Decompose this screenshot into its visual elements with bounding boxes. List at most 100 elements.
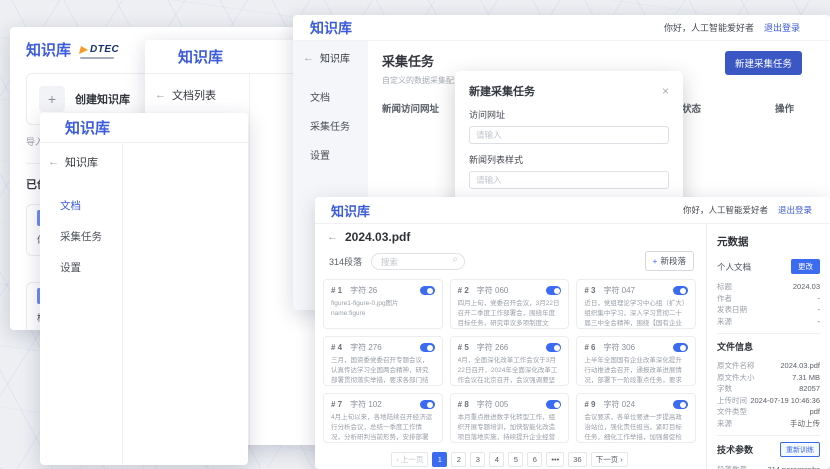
meta-label: 文件类型: [717, 406, 747, 417]
pagination-page-2[interactable]: 2: [451, 452, 466, 467]
back-knowledge-base[interactable]: ← 知识库: [303, 50, 368, 65]
app-title: 知识库: [331, 201, 370, 220]
pagination-page-5[interactable]: 5: [508, 452, 523, 467]
chunk-card-8[interactable]: # 8字符 005 本月重点推进数字化转型工作，组织开展专题培训，加快智能化改造…: [450, 393, 570, 443]
new-collection-task-button[interactable]: 新建采集任务: [725, 51, 802, 75]
window-header: 知识库: [40, 113, 248, 143]
meta-row: 发表日期 -: [717, 304, 820, 316]
dtec-logo: DTEC: [80, 44, 119, 59]
chunk-number: # 3: [584, 286, 595, 295]
user-greeting: 你好，人工智能爱好者: [664, 21, 754, 34]
add-segment-button[interactable]: + 新段落: [645, 251, 694, 271]
meta-row: 标题2024.03: [717, 281, 820, 293]
sidebar-item-documents[interactable]: 文档: [48, 190, 114, 221]
sidebar-item-settings[interactable]: 设置: [303, 140, 368, 169]
chunk-number: # 5: [458, 343, 469, 352]
plus-icon: +: [39, 86, 65, 112]
chunk-enabled-toggle[interactable]: [673, 400, 688, 409]
chunk-char-count: 字符 276: [350, 342, 382, 353]
sidebar-item-settings[interactable]: 设置: [48, 252, 114, 283]
pagination-page-1[interactable]: 1: [432, 452, 447, 467]
search-input[interactable]: [371, 253, 465, 270]
pagination-page-last[interactable]: 36: [568, 452, 586, 467]
window-header: 知识库 你好，人工智能爱好者 退出登录: [315, 197, 830, 224]
chunk-text: 上半年全国国有企业改革深化提升行动推进会召开，通报改革进展情况，部署下一阶段重点…: [584, 356, 688, 386]
meta-label: 来源: [717, 316, 732, 327]
chunk-text: figure1-figure-0.jpg图片 name:figure: [331, 299, 435, 319]
pagination-page-4[interactable]: 4: [489, 452, 504, 467]
back-knowledge-base[interactable]: ← 知识库: [48, 154, 114, 170]
main-empty-area: [123, 143, 248, 465]
chunk-card-6[interactable]: # 6字符 306 上半年全国国有企业改革深化提升行动推进会召开，通报改革进展情…: [576, 336, 696, 386]
logout-link[interactable]: 退出登录: [778, 204, 812, 216]
meta-label: 作者: [717, 293, 732, 304]
close-icon[interactable]: ×: [662, 85, 669, 97]
chunk-char-count: 字符 005: [477, 399, 509, 410]
logout-link[interactable]: 退出登录: [764, 21, 800, 34]
meta-value: 2024.03.pdf: [780, 361, 820, 370]
pagination-next[interactable]: 下一页 ›: [591, 452, 628, 467]
column-header-status: 状态: [682, 101, 701, 115]
chunk-enabled-toggle[interactable]: [420, 343, 435, 352]
chunk-enabled-toggle[interactable]: [673, 286, 688, 295]
meta-label: 原文件名称: [717, 360, 755, 371]
chunk-card-4[interactable]: # 4字符 276 三月，国资委党委召开专题会议，认真传达学习全国两会精神，研究…: [323, 336, 443, 386]
meta-value: 82057: [799, 384, 820, 393]
chunk-enabled-toggle[interactable]: [546, 400, 561, 409]
pagination: ‹ 上一页 1 2 3 4 5 6 ••• 36 下一页 ›: [323, 452, 696, 467]
meta-value: -: [818, 305, 821, 314]
chunk-enabled-toggle[interactable]: [546, 286, 561, 295]
meta-value: -: [818, 294, 821, 303]
add-segment-label: 新段落: [660, 255, 686, 267]
modal-title: 新建采集任务: [469, 83, 535, 99]
document-title: 2024.03.pdf: [345, 230, 410, 244]
chunk-card-7[interactable]: # 7字符 102 4月上旬以来，各地陆续召开经济运行分析会议，总结一季度工作情…: [323, 393, 443, 443]
sidebar-item-documents[interactable]: 文档: [303, 82, 368, 111]
pagination-page-3[interactable]: 3: [470, 452, 485, 467]
retrain-button[interactable]: 重新训练: [780, 442, 820, 457]
sidebar-item-collection-tasks[interactable]: 采集任务: [48, 221, 114, 252]
divider: [717, 435, 820, 436]
chunk-enabled-toggle[interactable]: [420, 400, 435, 409]
chunk-grid: # 1字符 26 figure1-figure-0.jpg图片 name:fig…: [323, 279, 696, 443]
chunk-enabled-toggle[interactable]: [673, 343, 688, 352]
app-title: 知识库: [310, 18, 352, 38]
back-document-list[interactable]: ← 文档列表: [155, 87, 239, 103]
chunk-number: # 8: [458, 400, 469, 409]
back-arrow-icon[interactable]: ←: [327, 231, 338, 243]
list-style-input[interactable]: [469, 171, 669, 189]
chunk-card-5[interactable]: # 5 字符 266 4月，全面深化改革工作会议于3月22日召开，2024年全面深…: [450, 336, 570, 386]
meta-label: 字数: [717, 383, 732, 394]
chunk-card-3[interactable]: # 3字符 047 近日，党组理论学习中心组（扩大）组织集中学习，深入学习贯彻二…: [576, 279, 696, 329]
chunk-char-count: 字符 266: [477, 342, 509, 353]
chunk-enabled-toggle[interactable]: [420, 286, 435, 295]
metadata-edit-button[interactable]: 更改: [791, 259, 820, 274]
app-title: 知识库: [65, 117, 110, 138]
chunk-number: # 2: [458, 286, 469, 295]
pagination-page-6[interactable]: 6: [527, 452, 542, 467]
chunk-char-count: 字符 102: [350, 399, 382, 410]
chunk-card-2[interactable]: # 2 字符 060 四月上旬，党委召开会议，3月22日召开二季度工作部署会，围绕…: [450, 279, 570, 329]
user-greeting: 你好，人工智能爱好者: [683, 204, 768, 216]
desktop-background: 知识库 DTEC + 创建知识库 导入您自己的文本数据或通过 Webhook 实…: [0, 0, 830, 469]
chunk-char-count: 字符 306: [603, 342, 635, 353]
pagination-ellipsis[interactable]: •••: [546, 452, 564, 467]
column-header-url: 新闻访问网址: [382, 101, 439, 115]
chunk-enabled-toggle[interactable]: [546, 343, 561, 352]
chunk-char-count: 字符 060: [477, 285, 509, 296]
meta-row: 原文件大小7.31 MB: [717, 372, 820, 384]
chunk-card-1[interactable]: # 1字符 26 figure1-figure-0.jpg图片 name:fig…: [323, 279, 443, 329]
sidebar-item-collection-tasks[interactable]: 采集任务: [303, 111, 368, 140]
divider: [717, 333, 820, 334]
pagination-prev[interactable]: ‹ 上一页: [391, 452, 428, 467]
meta-label: 发表日期: [717, 304, 747, 315]
meta-value: 7.31 MB: [792, 373, 820, 382]
meta-row: 来源-: [717, 316, 820, 328]
chunk-text: 近日，党组理论学习中心组（扩大）组织集中学习，深入学习贯彻二十届三中全会精神，围…: [584, 299, 688, 329]
metadata-panel: 元数据 个人文档 更改 标题2024.03 作者- 发表日期- 来源- 文件信息…: [706, 224, 830, 469]
chunk-text: 四月上旬，党委召开会议，3月22日召开二季度工作部署会，围绕年度目标任务，研究审…: [458, 299, 562, 329]
url-input[interactable]: [469, 126, 669, 144]
chunk-text: 4月，全面深化改革工作会议于3月22日召开，2024年全面深化改革工作会议在北京…: [458, 356, 562, 386]
meta-value: 2024.03: [793, 282, 820, 291]
chunk-card-9[interactable]: # 9字符 024 会议要求，各单位要进一步提高政治站位，强化责任担当，紧盯目标…: [576, 393, 696, 443]
